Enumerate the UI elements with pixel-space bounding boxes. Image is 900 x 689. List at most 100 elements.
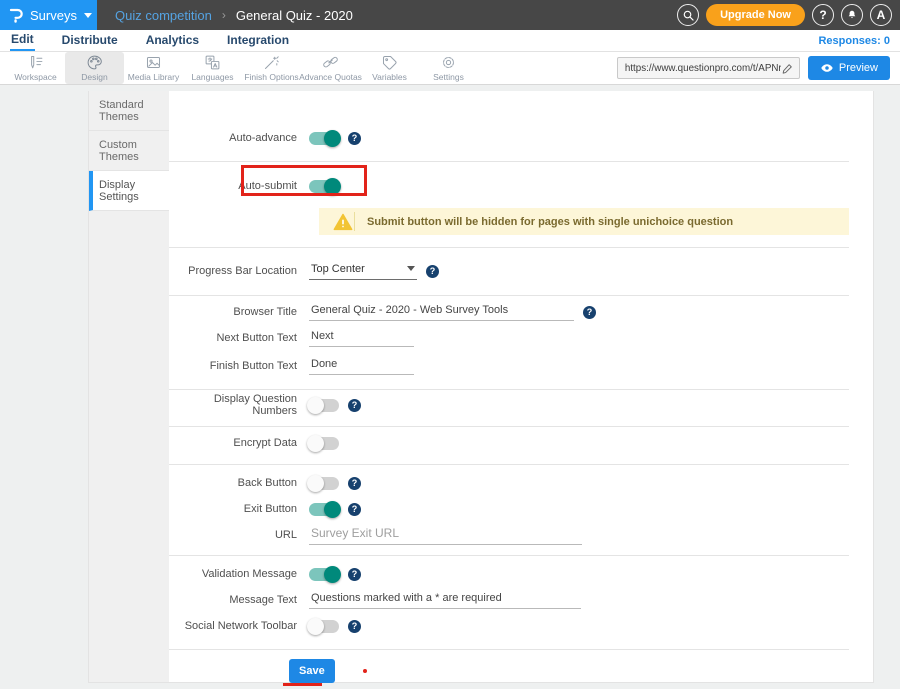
message-text-label: Message Text [169, 594, 309, 606]
encrypt-data-toggle[interactable] [309, 437, 339, 450]
breadcrumb-separator: › [222, 8, 226, 22]
display-question-numbers-toggle[interactable] [309, 399, 339, 412]
design-sidebar: Standard Themes Custom Themes Display Se… [89, 91, 169, 682]
help-icon[interactable]: ? [348, 477, 361, 490]
progress-bar-location-row: Progress Bar Location Top Center ? [169, 258, 873, 284]
help-button[interactable]: ? [812, 4, 834, 26]
browser-title-input[interactable]: General Quiz - 2020 - Web Survey Tools [309, 304, 574, 321]
toolbar-tab-settings[interactable]: Settings [419, 52, 478, 84]
toolbar-tab-variables[interactable]: Variables [360, 52, 419, 84]
product-switcher[interactable]: Surveys [0, 0, 97, 30]
media-image-icon [145, 54, 162, 71]
message-text-input[interactable]: Questions marked with a * are required [309, 592, 581, 609]
browser-title-label: Browser Title [169, 306, 309, 318]
next-button-text-input[interactable]: Next [309, 330, 414, 347]
next-button-text-label: Next Button Text [169, 332, 309, 344]
sidebar-item-display-settings[interactable]: Display Settings [89, 171, 169, 211]
preview-button[interactable]: Preview [808, 56, 890, 80]
browser-title-row: Browser Title General Quiz - 2020 - Web … [169, 299, 873, 325]
annotation-red-dot [363, 669, 367, 673]
questionpro-logo-icon [8, 7, 25, 24]
validation-message-row: Validation Message ? [169, 561, 873, 587]
social-network-toolbar-toggle[interactable] [309, 620, 339, 633]
auto-submit-row: Auto-submit [169, 173, 873, 199]
save-row: Save [169, 658, 873, 684]
help-icon[interactable]: ? [348, 132, 361, 145]
eye-icon [820, 61, 834, 75]
sidebar-item-custom-themes[interactable]: Custom Themes [89, 131, 169, 171]
product-menu-label: Surveys [30, 8, 77, 23]
save-button[interactable]: Save [289, 659, 335, 683]
display-question-numbers-label: Display Question Numbers [169, 393, 309, 417]
translate-icon [204, 54, 221, 71]
search-button[interactable] [677, 4, 699, 26]
tab-edit[interactable]: Edit [10, 30, 35, 51]
auto-submit-warning: Submit button will be hidden for pages w… [319, 208, 849, 235]
toolbar-tab-advance-quotas[interactable]: Advance Quotas [301, 52, 360, 84]
auto-advance-toggle[interactable] [309, 132, 339, 145]
finish-button-text-row: Finish Button Text Done [169, 353, 873, 379]
social-network-toolbar-label: Social Network Toolbar [169, 620, 309, 632]
upgrade-now-button[interactable]: Upgrade Now [706, 4, 805, 26]
tab-analytics[interactable]: Analytics [145, 31, 200, 50]
finish-button-text-input[interactable]: Done [309, 358, 414, 375]
exit-button-toggle[interactable] [309, 503, 339, 516]
magic-wand-icon [263, 54, 280, 71]
top-header: Surveys Quiz competition › General Quiz … [0, 0, 900, 30]
auto-submit-label: Auto-submit [169, 180, 309, 192]
survey-url-field[interactable]: https://www.questionpro.com/t/APNrFZ [617, 57, 800, 79]
edit-toolbar: Workspace Design Media Library Languages… [0, 52, 900, 85]
help-icon[interactable]: ? [348, 620, 361, 633]
auto-submit-toggle[interactable] [309, 180, 339, 193]
auto-advance-row: Auto-advance ? [169, 125, 873, 151]
back-button-toggle[interactable] [309, 477, 339, 490]
toolbar-tab-workspace[interactable]: Workspace [6, 52, 65, 84]
notifications-button[interactable] [841, 4, 863, 26]
encrypt-data-label: Encrypt Data [169, 437, 309, 449]
breadcrumb-survey-title: General Quiz - 2020 [236, 8, 353, 23]
responses-count[interactable]: Responses: 0 [818, 35, 890, 47]
search-icon [682, 9, 695, 22]
exit-url-label: URL [169, 529, 309, 541]
progress-bar-location-label: Progress Bar Location [169, 265, 309, 277]
exit-button-row: Exit Button ? [169, 496, 873, 522]
validation-message-toggle[interactable] [309, 568, 339, 581]
finish-button-text-label: Finish Button Text [169, 360, 309, 372]
toolbar-tab-languages[interactable]: Languages [183, 52, 242, 84]
tag-icon [381, 54, 398, 71]
tab-distribute[interactable]: Distribute [61, 31, 119, 50]
toolbar-tabs: Workspace Design Media Library Languages… [6, 52, 478, 84]
progress-bar-location-select[interactable]: Top Center [309, 263, 417, 280]
toolbar-tab-media-library[interactable]: Media Library [124, 52, 183, 84]
next-button-text-row: Next Button Text Next [169, 325, 873, 351]
display-settings-panel: Auto-advance ? Auto-submit [169, 91, 873, 682]
message-text-row: Message Text Questions marked with a * a… [169, 587, 873, 613]
back-button-row: Back Button ? [169, 470, 873, 496]
warning-triangle-icon [319, 212, 355, 231]
warning-text: Submit button will be hidden for pages w… [355, 216, 733, 228]
help-icon[interactable]: ? [583, 306, 596, 319]
workspace-icon [27, 54, 44, 71]
pencil-edit-icon[interactable] [781, 62, 794, 75]
sidebar-item-standard-themes[interactable]: Standard Themes [89, 91, 169, 131]
toolbar-tab-finish-options[interactable]: Finish Options [242, 52, 301, 84]
toolbar-right: https://www.questionpro.com/t/APNrFZ Pre… [617, 56, 890, 80]
help-icon[interactable]: ? [348, 568, 361, 581]
tab-integration[interactable]: Integration [226, 31, 290, 50]
breadcrumb-folder[interactable]: Quiz competition [115, 8, 212, 23]
help-icon[interactable]: ? [426, 265, 439, 278]
bell-icon [846, 9, 858, 21]
exit-button-label: Exit Button [169, 503, 309, 515]
social-network-toolbar-row: Social Network Toolbar ? [169, 613, 873, 639]
help-icon[interactable]: ? [348, 503, 361, 516]
validation-message-label: Validation Message [169, 568, 309, 580]
annotation-red-underline [283, 683, 322, 686]
chain-link-icon [322, 54, 339, 71]
toolbar-tab-design[interactable]: Design [65, 52, 124, 84]
back-button-label: Back Button [169, 477, 309, 489]
avatar[interactable]: A [870, 4, 892, 26]
exit-url-input[interactable]: Survey Exit URL [309, 526, 582, 545]
chevron-down-icon [407, 266, 415, 271]
help-icon[interactable]: ? [348, 399, 361, 412]
chevron-down-icon [84, 13, 92, 18]
